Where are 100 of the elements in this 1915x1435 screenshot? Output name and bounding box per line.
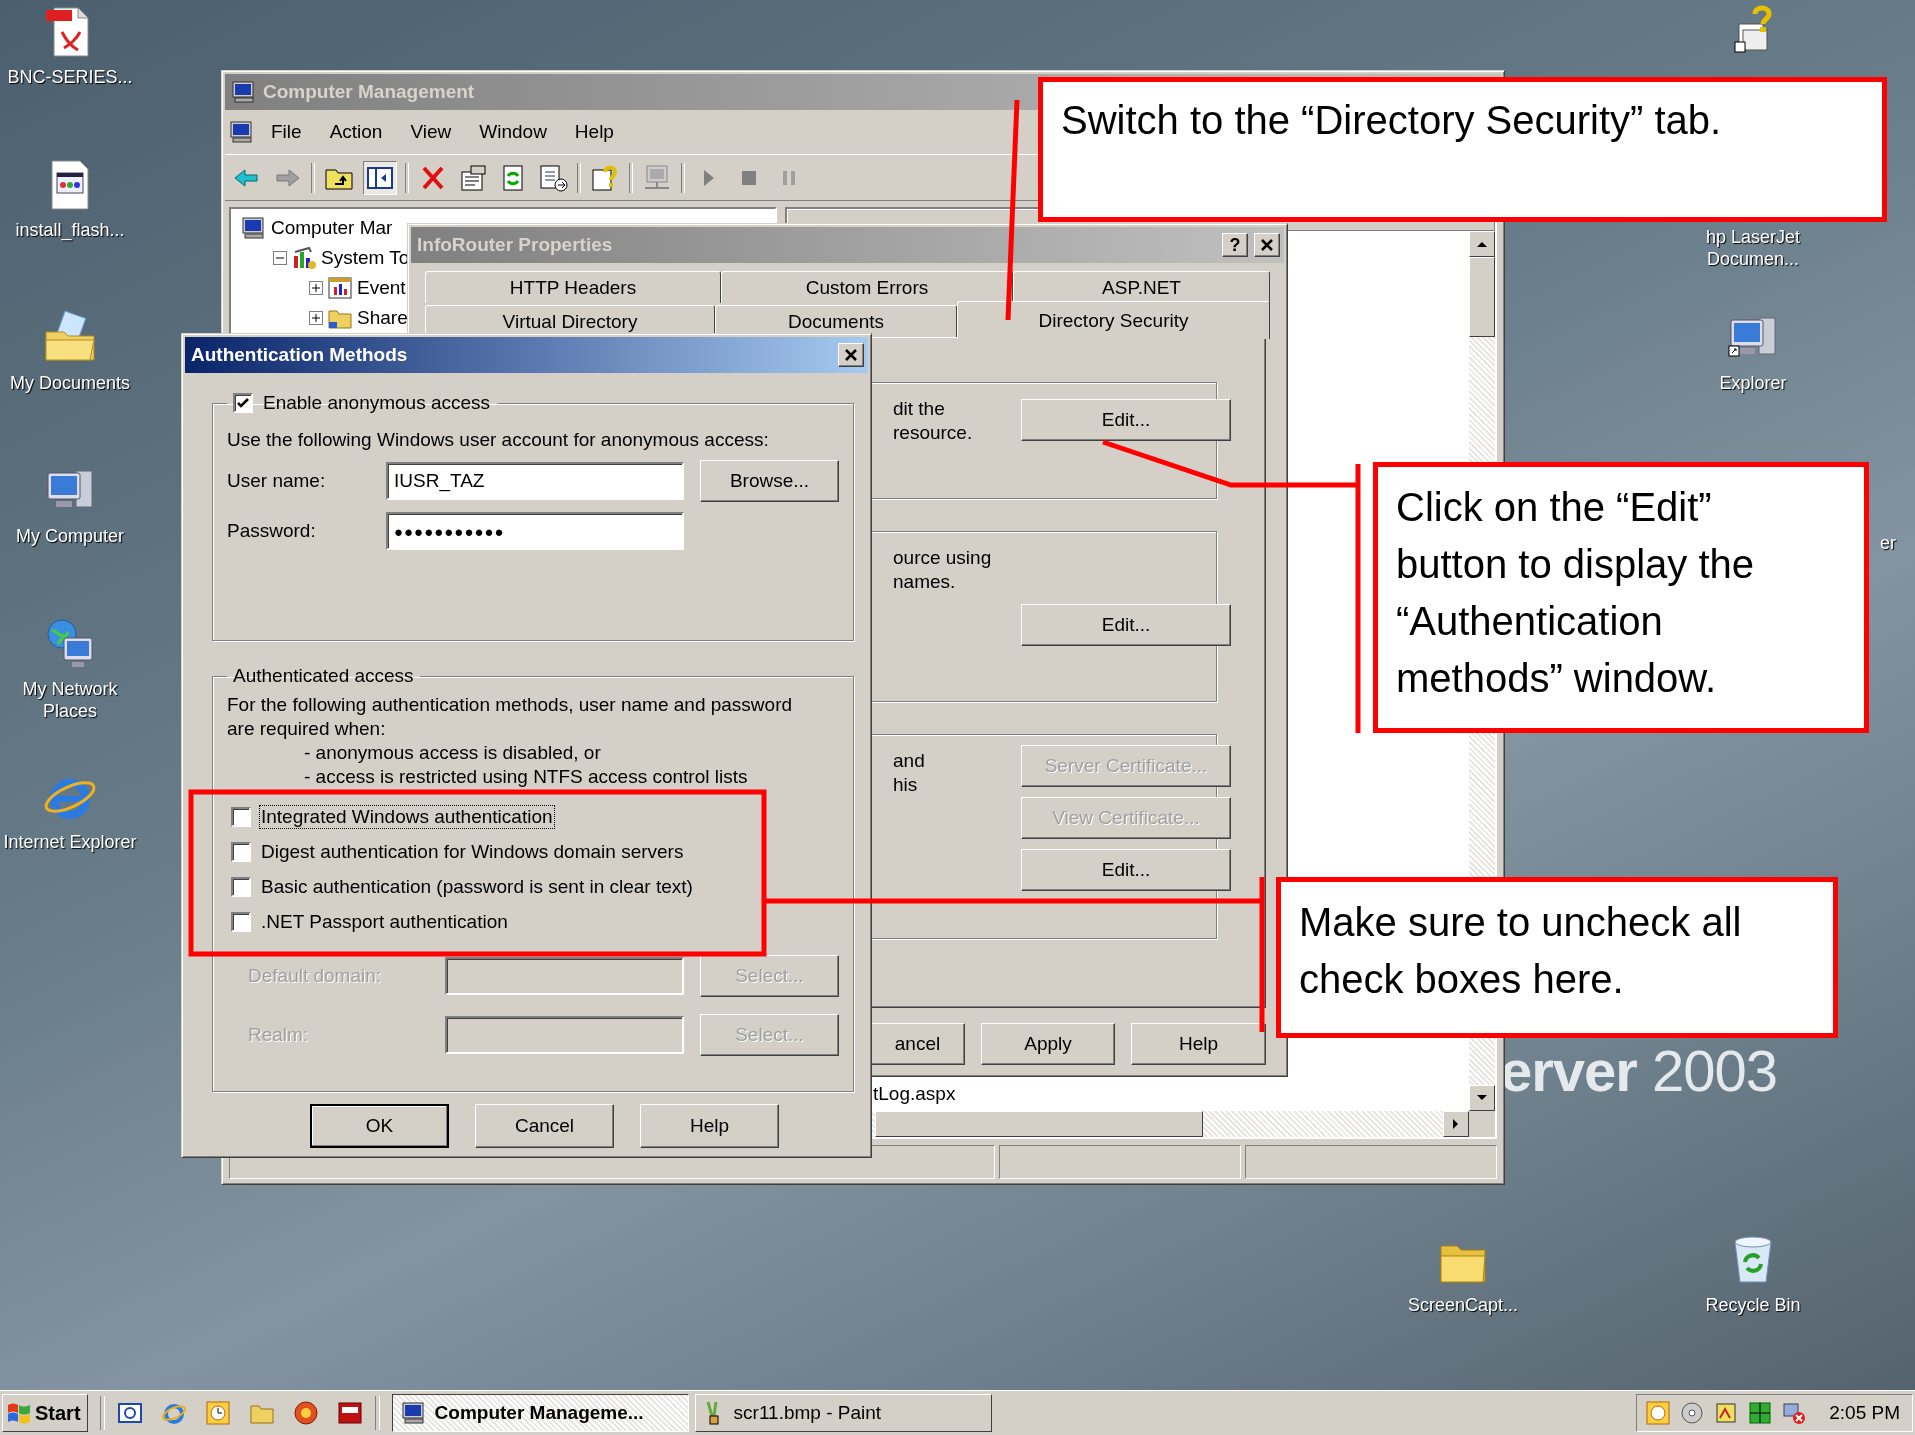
- callout-text: Click on the “Edit” button to display the “Authentication methods” window.: [1373, 462, 1869, 733]
- clock-icon[interactable]: [1645, 1400, 1672, 1426]
- caret-up-icon: [1477, 241, 1487, 247]
- taskbar-button[interactable]: scr11.bmp - Paint: [694, 1394, 992, 1432]
- tab[interactable]: Documents: [715, 305, 957, 337]
- caret-down-icon: [1477, 1095, 1487, 1101]
- clock-icon[interactable]: [204, 1400, 231, 1426]
- start-button[interactable]: Start: [2, 1394, 88, 1432]
- menu-item[interactable]: Help: [562, 119, 626, 145]
- user-name-field[interactable]: IUSR_TAZ: [386, 462, 684, 500]
- tree-item[interactable]: Event: [357, 277, 406, 299]
- clock-text: 2:05 PM: [1829, 1402, 1900, 1424]
- password-field[interactable]: ●●●●●●●●●●●: [386, 512, 684, 550]
- icon-label[interactable]: Recycle Bin: [1683, 1294, 1823, 1316]
- edit-button[interactable]: Edit...: [1021, 849, 1231, 891]
- network-icon[interactable]: [1747, 1400, 1774, 1426]
- dialog-button[interactable]: OK: [310, 1104, 449, 1148]
- dialog-button[interactable]: ancel: [870, 1023, 965, 1065]
- description-text: and his: [893, 749, 926, 797]
- edit-button[interactable]: Edit...: [1021, 604, 1231, 646]
- expander-icon[interactable]: [309, 281, 323, 295]
- checkbox[interactable]: [231, 911, 251, 932]
- dialog-button[interactable]: Help: [1131, 1023, 1266, 1065]
- icon-label[interactable]: My Documents: [0, 372, 140, 394]
- icon-label[interactable]: My Network Places: [0, 678, 140, 722]
- scrollbar-thumb[interactable]: [875, 1111, 1203, 1137]
- checkbox[interactable]: [231, 876, 251, 897]
- menu-item[interactable]: Window: [467, 119, 559, 145]
- field-label: Password:: [227, 520, 317, 542]
- help-button[interactable]: ?: [1222, 233, 1248, 257]
- icon-label[interactable]: install_flash...: [0, 219, 140, 241]
- text-field[interactable]: [445, 957, 684, 995]
- caret-right-icon: [1453, 1119, 1459, 1129]
- checkbox-label[interactable]: .NET Passport authentication: [259, 909, 510, 934]
- callout-text: Switch to the “Directory Security” tab.: [1038, 77, 1887, 222]
- close-icon: [844, 348, 858, 362]
- disc-icon[interactable]: [1679, 1400, 1706, 1426]
- condition-text: - access is restricted using NTFS access control lists: [303, 765, 749, 789]
- scroll-down-button[interactable]: [1469, 1085, 1495, 1111]
- callout-text: Make sure to uncheck all check boxes here.: [1276, 877, 1838, 1038]
- field-label: User name:: [227, 470, 327, 492]
- checkbox-label[interactable]: Integrated Windows authentication: [259, 804, 555, 829]
- close-button[interactable]: [1254, 233, 1280, 257]
- icon-label[interactable]: BNC-SERIES...: [0, 66, 140, 88]
- scroll-up-button[interactable]: [1469, 231, 1495, 257]
- list-item[interactable]: tLog.aspx: [873, 1083, 1469, 1105]
- dialog-button[interactable]: Apply: [981, 1023, 1115, 1065]
- tab[interactable]: Custom Errors: [721, 271, 1013, 303]
- description-text: dit the resource.: [893, 397, 974, 445]
- window-title: InfoRouter Properties: [417, 234, 614, 256]
- event-viewer-icon: [327, 276, 353, 300]
- tree-panel-icon[interactable]: [363, 160, 397, 195]
- computer-icon: [241, 216, 267, 240]
- group-title: Authenticated access: [233, 665, 414, 687]
- icon-label[interactable]: hp LaserJet Documen...: [1683, 226, 1823, 270]
- close-button[interactable]: [838, 343, 864, 367]
- icon-label[interactable]: My Computer: [0, 525, 140, 547]
- wallpaper-logo-text: erver 2003: [1500, 1042, 1778, 1100]
- scrollbar-corner: [1469, 1111, 1495, 1137]
- text-field[interactable]: [445, 1016, 684, 1054]
- condition-text: - anonymous access is disabled, or: [303, 741, 602, 765]
- network-error-icon[interactable]: [1781, 1400, 1808, 1426]
- checkbox[interactable]: [231, 841, 251, 862]
- checkbox[interactable]: [231, 806, 251, 827]
- computer-icon: [229, 120, 255, 144]
- media-icon[interactable]: [292, 1400, 319, 1426]
- desktop-icon[interactable]: [116, 1400, 143, 1426]
- tab[interactable]: Directory Security: [957, 301, 1270, 339]
- checkbox-label[interactable]: Digest authentication for Windows domain servers: [259, 839, 686, 864]
- icon-label[interactable]: ScreenCapt...: [1393, 1294, 1533, 1316]
- expander-icon[interactable]: [273, 251, 287, 265]
- dialog-button[interactable]: Cancel: [475, 1104, 614, 1148]
- tree-item[interactable]: Share: [357, 307, 408, 329]
- menu-item[interactable]: Action: [317, 119, 395, 145]
- check-mark-icon: [236, 396, 250, 410]
- checkbox[interactable]: [233, 393, 253, 413]
- tree-item[interactable]: Computer Mar: [271, 217, 393, 239]
- application-icon[interactable]: [336, 1400, 363, 1426]
- computer-icon: [400, 1401, 427, 1425]
- checkbox-label[interactable]: Enable anonymous access: [261, 391, 493, 415]
- icon-label[interactable]: Explorer: [1683, 372, 1823, 394]
- icon-label[interactable]: Internet Explorer: [0, 831, 140, 853]
- checkbox-label[interactable]: Basic authentication (password is sent in clear text): [259, 874, 695, 899]
- menu-item[interactable]: View: [398, 119, 464, 145]
- edit-button[interactable]: Edit...: [1021, 399, 1231, 441]
- window-title: Computer Management: [263, 81, 476, 103]
- browse-button[interactable]: Browse...: [700, 460, 839, 502]
- description-text: For the following authentication methods, user name and password are required when:: [227, 693, 794, 741]
- expander-icon[interactable]: [309, 311, 323, 325]
- instruction-text: Use the following Windows user account for anonymous access:: [227, 429, 770, 451]
- close-icon: [1260, 238, 1274, 252]
- dialog-button[interactable]: Help: [640, 1104, 779, 1148]
- menu-item[interactable]: File: [259, 119, 314, 145]
- computer-icon: [231, 80, 257, 104]
- scroll-right-button[interactable]: [1443, 1111, 1469, 1137]
- description-text: ource using names.: [893, 546, 993, 594]
- scrollbar-thumb[interactable]: [1469, 257, 1495, 337]
- tab[interactable]: HTTP Headers: [425, 271, 721, 303]
- tab[interactable]: ASP.NET: [1013, 271, 1270, 303]
- taskbar-button[interactable]: Computer Manageme...: [391, 1394, 689, 1432]
